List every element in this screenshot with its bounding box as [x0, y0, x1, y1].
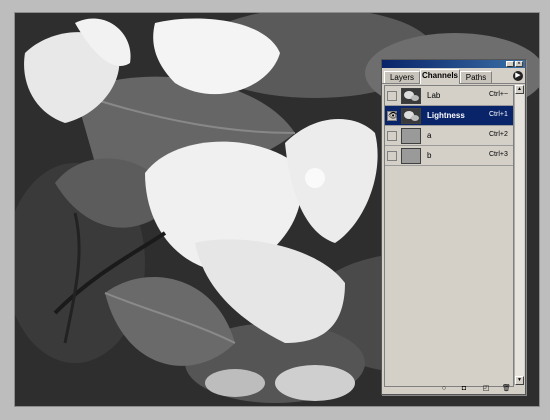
channel-thumbnail — [401, 128, 421, 144]
channel-name: Lab — [427, 91, 441, 100]
tab-paths[interactable]: Paths — [460, 71, 492, 83]
channel-list: Lab Ctrl+~ 👁 Lightness Ctrl+1 a Ctrl+2 b… — [384, 85, 514, 387]
channel-name: b — [427, 151, 432, 160]
save-selection-icon[interactable]: ◘ — [460, 385, 468, 393]
channel-shortcut: Ctrl+3 — [489, 151, 508, 158]
panel-tabs: Layers Channels Paths ▶ — [382, 69, 525, 84]
panel-footer: ○ ◘ ◰ 🗑 — [382, 384, 525, 394]
channel-row-lightness[interactable]: 👁 Lightness Ctrl+1 — [385, 106, 513, 126]
minimize-icon[interactable]: _ — [506, 61, 514, 67]
channel-scrollbar[interactable]: ▲ ▼ — [514, 85, 524, 385]
visibility-toggle[interactable] — [387, 91, 397, 101]
channel-shortcut: Ctrl+~ — [489, 91, 509, 98]
channel-thumbnail — [401, 108, 421, 124]
new-channel-icon[interactable]: ◰ — [482, 385, 490, 393]
channel-row-lab[interactable]: Lab Ctrl+~ — [385, 86, 513, 106]
channel-name: Lightness — [427, 111, 465, 120]
channel-thumbnail — [401, 88, 421, 104]
channels-panel: _ × Layers Channels Paths ▶ Lab Ctrl+~ 👁… — [381, 59, 526, 395]
trash-icon[interactable]: 🗑 — [502, 385, 511, 393]
channel-name: a — [427, 131, 432, 140]
close-icon[interactable]: × — [515, 61, 523, 67]
channel-thumbnail — [401, 148, 421, 164]
visibility-toggle[interactable] — [387, 151, 397, 161]
visibility-toggle[interactable] — [387, 131, 397, 141]
channel-shortcut: Ctrl+1 — [489, 111, 508, 118]
panel-menu-icon[interactable]: ▶ — [513, 71, 523, 81]
panel-titlebar[interactable]: _ × — [382, 60, 525, 68]
tab-channels[interactable]: Channels — [420, 69, 460, 84]
load-selection-icon[interactable]: ○ — [440, 385, 448, 393]
channel-shortcut: Ctrl+2 — [489, 131, 508, 138]
eye-icon[interactable]: 👁 — [387, 111, 398, 121]
channel-row-b[interactable]: b Ctrl+3 — [385, 146, 513, 166]
tab-layers[interactable]: Layers — [384, 71, 420, 83]
scroll-up-icon[interactable]: ▲ — [515, 85, 524, 94]
channel-row-a[interactable]: a Ctrl+2 — [385, 126, 513, 146]
